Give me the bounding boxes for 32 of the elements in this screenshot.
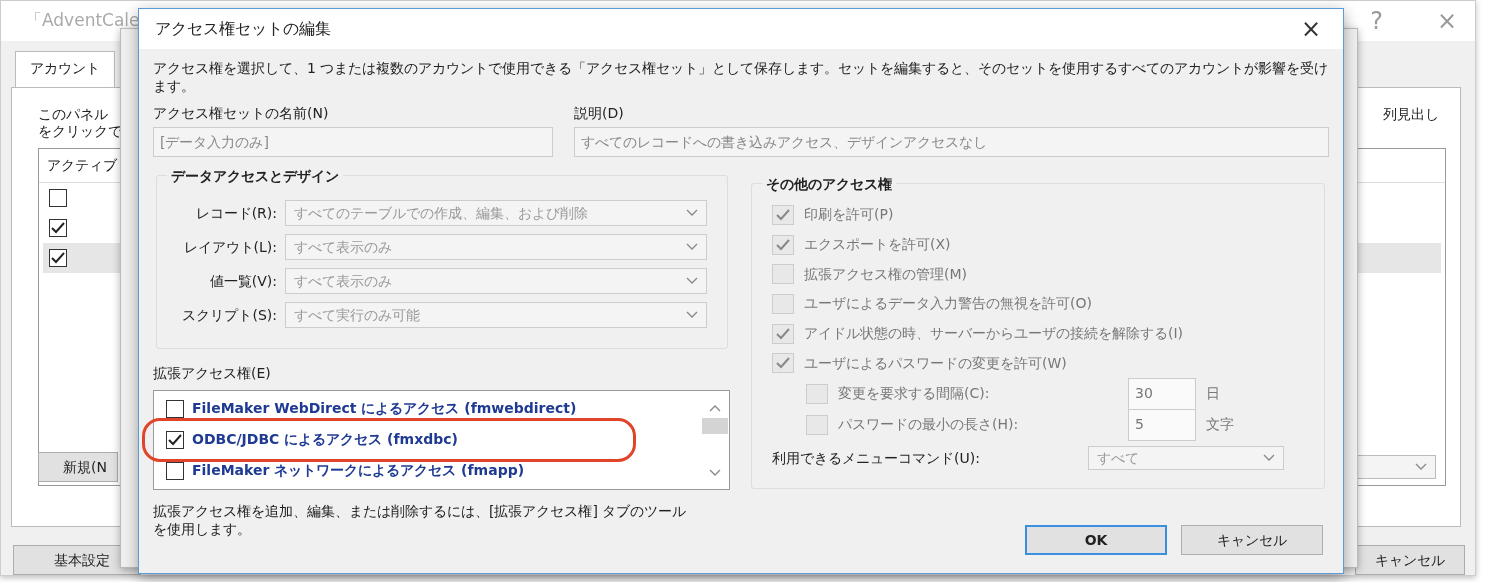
- column-heading: 列見出し: [1382, 106, 1439, 123]
- option-label: エクスポートを許可(X): [804, 235, 951, 255]
- select-value: すべて: [1097, 448, 1139, 468]
- note-text: 拡張アクセス権を追加、編集、または削除するには、[拡張アクセス権] タブのツールを使用します。: [153, 502, 688, 538]
- select-value: すべて表示のみ: [294, 271, 392, 291]
- unit-label: 文字: [1206, 415, 1234, 435]
- option-label: アイドル状態の時、サーバーからユーザの接続を解除する(I): [804, 324, 1184, 344]
- group-title: データアクセスとデザイン: [167, 166, 343, 187]
- group-title: その他のアクセス権: [762, 174, 896, 195]
- dialog-title: アクセス権セットの編集: [155, 18, 331, 40]
- field-label: スクリプト(S):: [182, 305, 277, 325]
- field-label: 説明(D): [574, 104, 625, 123]
- select-value: すべて表示のみ: [294, 237, 392, 257]
- field-label: 値一覧(V):: [209, 271, 277, 291]
- panel-text: をクリックで: [38, 123, 122, 140]
- field-label: アクセス権セットの名前(N): [153, 104, 330, 123]
- field-label: レイアウト(L):: [183, 237, 277, 257]
- description-text: アクセス権を選択して、1 つまたは複数のアカウントで使用できる「アクセス権セット」として保存します。セットを編集すると、そのセットを使用するすべてのアカウントが影響を受けます。: [153, 59, 1329, 95]
- select-value: すべて実行のみ可能: [294, 305, 420, 325]
- field-label: 利用できるメニューコマンド(U):: [772, 448, 981, 468]
- option-label: 変更を要求する間隔(C):: [838, 384, 991, 404]
- select-value: すべてのテーブルでの作成、編集、および削除: [294, 203, 588, 223]
- option-label: 印刷を許可(P): [804, 205, 894, 225]
- option-label: ユーザによるデータ入力警告の無視を許可(O): [804, 294, 1092, 314]
- field-label: レコード(R):: [195, 203, 277, 223]
- panel-text: このパネル: [38, 106, 109, 123]
- option-label: 拡張アクセス権の管理(M): [804, 264, 967, 284]
- option-label: ユーザによるパスワードの変更を許可(W): [804, 353, 1067, 373]
- option-label: パスワードの最小の長さ(H):: [838, 415, 1020, 435]
- window-title: 「AdventCale: [24, 9, 140, 33]
- unit-label: 日: [1206, 384, 1220, 404]
- section-label: 拡張アクセス権(E): [153, 364, 272, 383]
